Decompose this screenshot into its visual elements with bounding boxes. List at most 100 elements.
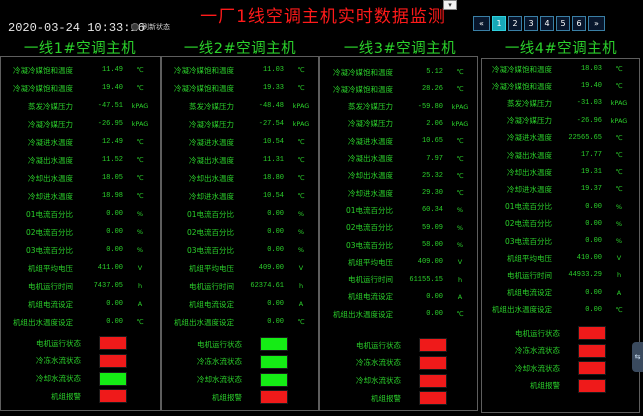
- metric-value: 0.00: [267, 300, 284, 308]
- status-row: 电机运行状态: [490, 326, 606, 340]
- metric-label: 冷凝出水温度: [348, 154, 393, 163]
- metric-label: 冷凝冷媒压力: [28, 119, 73, 129]
- page-button-4[interactable]: 4: [540, 16, 554, 31]
- metric-row: 03电流百分比 0.00 %: [482, 235, 636, 247]
- metric-label: 03电流百分比: [25, 245, 73, 255]
- metric-label: 机组出水温度设定: [13, 317, 73, 327]
- status-label: 冷冻水流状态: [356, 358, 401, 368]
- metric-unit: V: [457, 258, 463, 267]
- metric-label: 冷凝冷媒饱和温度: [492, 81, 552, 91]
- side-drawer-tab[interactable]: ⇆: [632, 342, 643, 372]
- metric-unit: kPAG: [292, 102, 310, 110]
- current-datetime: 2020-03-24 10:33:16: [8, 21, 145, 35]
- metric-row: 电机运行时间 7437.05 h: [3, 280, 157, 292]
- metric-label: 冷凝冷媒饱和温度: [174, 83, 234, 93]
- metric-unit: ℃: [297, 318, 305, 326]
- metric-unit: ℃: [136, 174, 144, 182]
- metric-label: 01电流百分比: [504, 202, 552, 212]
- page-button-5[interactable]: 5: [556, 16, 570, 31]
- metric-value: -48.48: [258, 102, 284, 110]
- metric-unit: %: [297, 246, 305, 254]
- page-button-3[interactable]: 3: [524, 16, 538, 31]
- metric-value: 17.77: [580, 151, 602, 159]
- metric-value: 0.00: [267, 318, 284, 326]
- metric-label: 冷凝冷媒饱和温度: [333, 84, 393, 94]
- metric-value: 410.00: [576, 254, 602, 263]
- panel-title: 一线2#空调主机: [183, 41, 297, 57]
- metric-row: 冷凝出水温度 11.52 ℃: [3, 154, 157, 166]
- metric-unit: ℃: [136, 138, 144, 146]
- metric-value: 19.40: [101, 84, 123, 92]
- panel-title: 一线4#空调主机: [504, 41, 618, 57]
- page-button-6[interactable]: 6: [572, 16, 586, 31]
- metric-unit: ℃: [615, 133, 623, 142]
- last-page-button[interactable]: »: [588, 16, 605, 31]
- metric-value: 11.31: [262, 156, 284, 164]
- metric-label: 冷却进水温度: [189, 191, 234, 201]
- metric-unit: kPAG: [451, 119, 469, 128]
- metric-label: 02电流百分比: [186, 227, 234, 237]
- metric-value: 18.98: [101, 192, 123, 200]
- metric-value: -59.80: [417, 102, 443, 111]
- metric-label: 机组平均电压: [348, 257, 393, 267]
- metric-label: 电机运行时间: [348, 275, 393, 285]
- metric-value: -27.54: [258, 120, 284, 128]
- metric-unit: ℃: [456, 189, 464, 198]
- metric-row: 冷凝出水温度 11.31 ℃: [164, 154, 318, 166]
- metric-value: 44933.29: [568, 271, 602, 280]
- metric-row: 冷却进水温度 18.98 ℃: [3, 190, 157, 202]
- metric-row: 02电流百分比 0.00 %: [482, 218, 636, 230]
- metric-row: 01电流百分比 60.34 %: [323, 204, 477, 216]
- refresh-status-label: 刷新状态: [142, 23, 170, 31]
- metric-label: 02电流百分比: [504, 219, 552, 229]
- metric-row: 03电流百分比 58.00 %: [323, 239, 477, 251]
- page-button-1[interactable]: 1: [492, 16, 506, 31]
- metric-label: 冷却出水温度: [28, 173, 73, 183]
- metric-row: 机组电流设定 0.00 A: [3, 298, 157, 310]
- first-page-button[interactable]: «: [473, 16, 490, 31]
- metric-value: 0.00: [106, 300, 123, 308]
- chevron-down-icon: ▾: [448, 1, 452, 9]
- metric-row: 冷凝冷媒压力 -26.95 kPAG: [3, 118, 157, 130]
- status-label: 冷却水流状态: [356, 376, 401, 386]
- metric-label: 电机运行时间: [507, 270, 552, 280]
- metric-row: 蒸发冷媒压力 -59.80 kPAG: [323, 101, 477, 113]
- metric-label: 冷却进水温度: [348, 188, 393, 198]
- status-label: 机组报警: [212, 392, 242, 402]
- status-row: 冷却水流状态: [331, 373, 447, 388]
- metric-value: 28.26: [421, 85, 443, 94]
- metric-value: 0.00: [267, 246, 284, 254]
- line-select[interactable]: ▾: [443, 0, 457, 10]
- metric-label: 02电流百分比: [345, 223, 393, 233]
- page-button-2[interactable]: 2: [508, 16, 522, 31]
- status-row: 机组报警: [490, 378, 606, 393]
- metric-value: 10.54: [262, 138, 284, 146]
- metric-row: 冷却进水温度 29.30 ℃: [323, 187, 477, 199]
- metric-label: 冷凝进水温度: [507, 133, 552, 143]
- metric-unit: ℃: [615, 185, 623, 194]
- status-row: 机组报警: [172, 390, 288, 405]
- metric-label: 01电流百分比: [186, 209, 234, 219]
- metric-value: 7437.05: [93, 282, 123, 290]
- metric-label: 蒸发冷媒压力: [28, 101, 73, 111]
- metric-row: 01电流百分比 0.00 %: [482, 201, 636, 213]
- metric-unit: %: [136, 246, 144, 254]
- radio-icon[interactable]: [131, 23, 139, 31]
- metric-unit: ℃: [615, 151, 623, 159]
- refresh-status-toggle[interactable]: 刷新状态: [131, 22, 170, 32]
- status-row: 电机运行状态: [331, 338, 447, 352]
- metric-label: 机组电流设定: [348, 292, 393, 302]
- metric-unit: ℃: [615, 305, 623, 314]
- status-indicator: [99, 353, 127, 368]
- metric-unit: A: [457, 292, 463, 301]
- metric-label: 03电流百分比: [345, 240, 393, 250]
- metric-row: 机组出水温度设定 0.00 ℃: [3, 316, 157, 328]
- metric-unit: %: [297, 228, 305, 236]
- metric-row: 冷凝进水温度 12.49 ℃: [3, 136, 157, 148]
- metric-value: 0.00: [267, 210, 284, 218]
- metric-unit: V: [137, 264, 143, 272]
- metric-label: 冷凝冷媒压力: [348, 119, 393, 129]
- metric-label: 机组平均电压: [28, 263, 73, 273]
- metric-unit: ℃: [456, 171, 464, 180]
- metric-row: 01电流百分比 0.00 %: [3, 208, 157, 220]
